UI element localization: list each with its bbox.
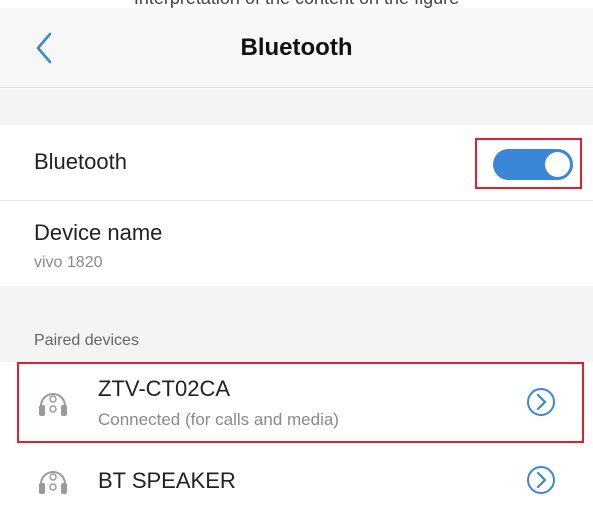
paired-devices-label: Paired devices	[34, 332, 139, 349]
paired-device-row[interactable]: ZTV-CT02CA Connected (for calls and medi…	[0, 362, 593, 444]
back-button[interactable]	[24, 28, 64, 68]
device-details-button[interactable]	[526, 387, 556, 417]
device-name: ZTV-CT02CA	[98, 376, 231, 401]
top-cut-text-strip: Interpretation of the content on the fig…	[0, 0, 593, 8]
bluetooth-row: Bluetooth	[0, 125, 593, 201]
highlight-box-toggle	[475, 138, 582, 189]
toggle-knob	[545, 152, 570, 177]
headset-icon	[39, 471, 67, 494]
page-title: Bluetooth	[240, 34, 353, 61]
device-name-row[interactable]: Device name vivo 1820	[0, 202, 593, 286]
device-name: BT SPEAKER	[98, 468, 236, 493]
paired-devices-section: Paired devices	[0, 286, 593, 362]
bluetooth-toggle[interactable]	[493, 149, 573, 180]
top-cut-text: Interpretation of the content on the fig…	[0, 0, 593, 8]
device-details-button[interactable]	[526, 465, 556, 495]
device-status: Connected (for calls and media)	[98, 410, 339, 429]
device-name-value: vivo 1820	[34, 254, 103, 271]
device-name-label: Device name	[34, 220, 163, 245]
highlight-box-device	[17, 362, 584, 443]
chevron-left-icon	[36, 32, 52, 64]
section-gap	[0, 89, 593, 125]
header-bar: Bluetooth	[0, 8, 593, 88]
headset-icon	[39, 393, 67, 416]
bluetooth-label: Bluetooth	[34, 149, 127, 174]
paired-device-row[interactable]: BT SPEAKER	[0, 444, 593, 517]
